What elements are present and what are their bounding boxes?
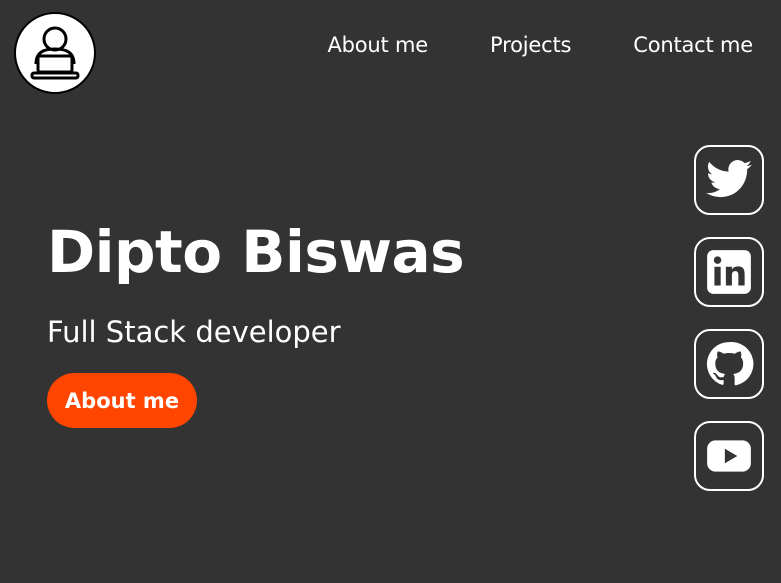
social-links	[694, 145, 764, 491]
twitter-icon	[706, 160, 752, 198]
logo[interactable]	[14, 12, 96, 94]
nav-contact-me[interactable]: Contact me	[633, 33, 753, 57]
youtube-link[interactable]	[694, 421, 764, 491]
hero-subtitle: Full Stack developer	[47, 315, 341, 349]
nav-about-me[interactable]: About me	[327, 33, 428, 57]
main-nav: About me Projects Contact me	[327, 33, 753, 57]
portfolio-page: About me Projects Contact me Dipto Biswa…	[0, 0, 781, 583]
youtube-icon	[707, 440, 751, 472]
hero-name: Dipto Biswas	[47, 218, 465, 286]
person-at-laptop-icon	[30, 26, 80, 80]
github-icon	[706, 341, 754, 386]
nav-projects[interactable]: Projects	[490, 33, 571, 57]
github-link[interactable]	[694, 329, 764, 399]
linkedin-icon	[707, 250, 751, 294]
linkedin-link[interactable]	[694, 237, 764, 307]
hero-section: Dipto Biswas Full Stack developer About …	[47, 216, 465, 428]
about-me-button[interactable]: About me	[47, 373, 197, 428]
twitter-link[interactable]	[694, 145, 764, 215]
